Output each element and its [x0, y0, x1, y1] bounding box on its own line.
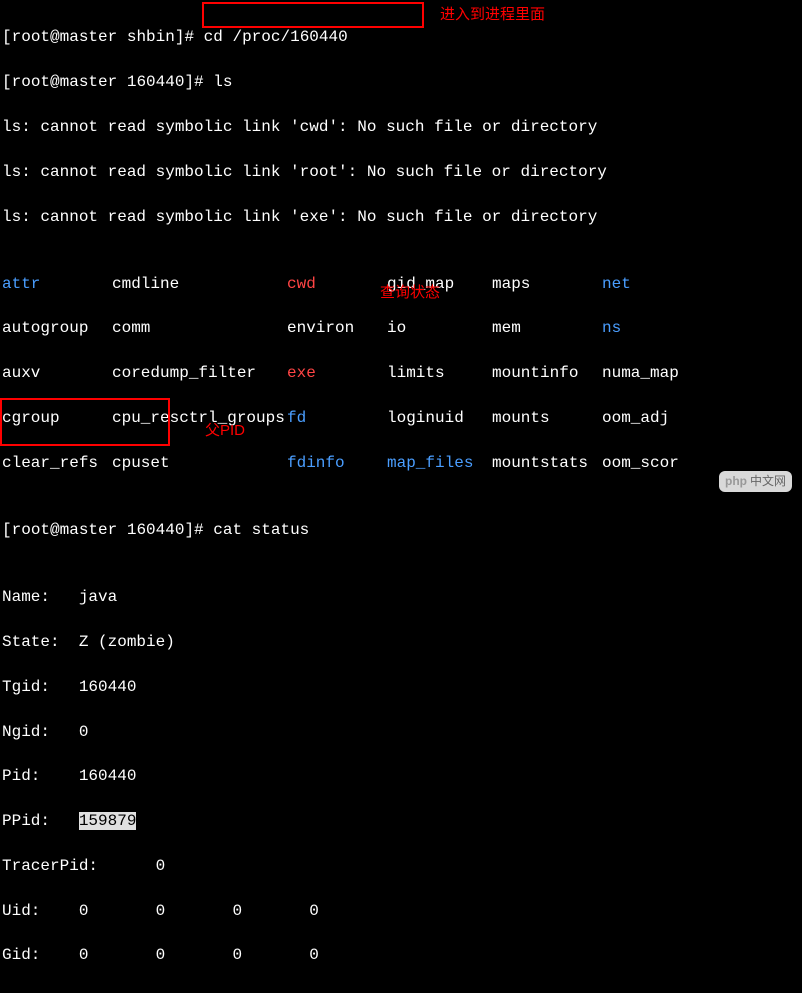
ls-item: oom_adj	[602, 407, 669, 429]
ls-item: io	[387, 317, 492, 339]
ls-item: mountinfo	[492, 362, 602, 384]
status-name: Name: java	[2, 586, 800, 608]
status-uid: Uid: 0 0 0 0	[2, 900, 800, 922]
error-line: ls: cannot read symbolic link 'cwd': No …	[2, 116, 800, 138]
ls-item: mounts	[492, 407, 602, 429]
error-line: ls: cannot read symbolic link 'root': No…	[2, 161, 800, 183]
ls-item: attr	[2, 273, 112, 295]
ls-item: cpuset	[112, 452, 287, 474]
ls-item: net	[602, 273, 631, 295]
status-ppid: PPid: 159879	[2, 810, 800, 832]
status-gid: Gid: 0 0 0 0	[2, 944, 800, 966]
ls-item: cmdline	[112, 273, 287, 295]
error-line: ls: cannot read symbolic link 'exe': No …	[2, 206, 800, 228]
status-pid: Pid: 160440	[2, 765, 800, 787]
ls-item: clear_refs	[2, 452, 112, 474]
highlight-box-cd	[202, 2, 424, 28]
ls-row: autogroupcommenvironiomemns	[2, 317, 800, 339]
ls-item: maps	[492, 273, 602, 295]
prompt-line-2[interactable]: [root@master 160440]# ls	[2, 71, 800, 93]
prompt-line-3[interactable]: [root@master 160440]# cat status	[2, 519, 800, 541]
annotation-enter-process: 进入到进程里面	[440, 4, 545, 25]
ls-item: oom_scor	[602, 452, 679, 474]
ls-item: auxv	[2, 362, 112, 384]
annotation-parent-pid: 父PID	[205, 420, 245, 441]
ls-row: clear_refscpusetfdinfomap_filesmountstat…	[2, 452, 800, 474]
ls-row: auxvcoredump_filterexelimitsmountinfonum…	[2, 362, 800, 384]
ls-item: fdinfo	[287, 452, 387, 474]
ls-item: mountstats	[492, 452, 602, 474]
ls-item: map_files	[387, 452, 492, 474]
ls-item: autogroup	[2, 317, 112, 339]
watermark-logo: php	[725, 473, 747, 490]
watermark: php中文网	[719, 471, 792, 492]
ls-item: coredump_filter	[112, 362, 287, 384]
terminal-output: [root@master shbin]# cd /proc/160440 [ro…	[0, 0, 802, 993]
ls-item: limits	[387, 362, 492, 384]
annotation-query-status: 查询状态	[380, 282, 440, 303]
prompt-line-1[interactable]: [root@master shbin]# cd /proc/160440	[2, 26, 800, 48]
ls-item: ns	[602, 317, 621, 339]
ls-item: mem	[492, 317, 602, 339]
highlight-box-ppid	[0, 398, 170, 446]
ls-item: exe	[287, 362, 387, 384]
ls-item: numa_map	[602, 362, 679, 384]
ls-item: fd	[287, 407, 387, 429]
watermark-text: 中文网	[750, 473, 786, 490]
status-tgid: Tgid: 160440	[2, 676, 800, 698]
ls-item: cwd	[287, 273, 387, 295]
status-state: State: Z (zombie)	[2, 631, 800, 653]
ls-item: comm	[112, 317, 287, 339]
status-ngid: Ngid: 0	[2, 721, 800, 743]
ls-item: environ	[287, 317, 387, 339]
ls-item: loginuid	[387, 407, 492, 429]
status-tracerpid: TracerPid: 0	[2, 855, 800, 877]
